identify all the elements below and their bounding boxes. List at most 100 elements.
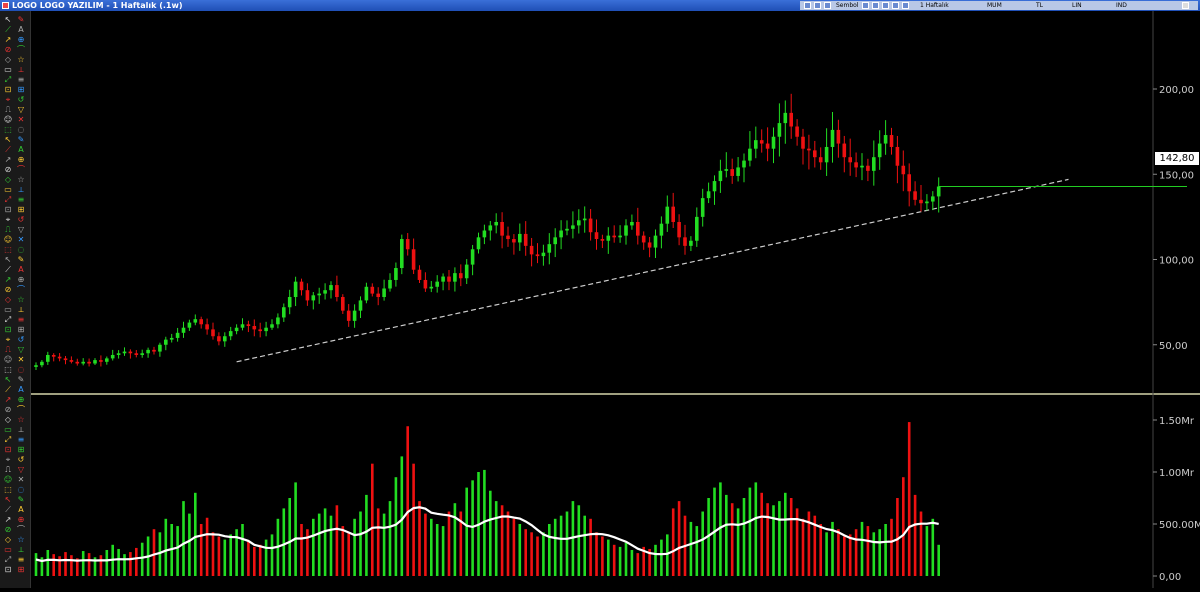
drawing-tool-100[interactable]: ↗	[3, 515, 13, 524]
drawing-tool-88[interactable]: ⌖	[3, 455, 13, 464]
drawing-tool-11[interactable]: ⟂	[16, 65, 26, 74]
drawing-tool-63[interactable]: ⊞	[16, 325, 26, 334]
drawing-tool-42[interactable]: ⎍	[3, 225, 13, 234]
drawing-tool-75[interactable]: A	[16, 385, 26, 394]
drawing-tool-33[interactable]: ☆	[16, 175, 26, 184]
drawing-tool-104[interactable]: ◇	[3, 535, 13, 544]
app-icon[interactable]	[2, 2, 9, 9]
drawing-tool-15[interactable]: ⊞	[16, 85, 26, 94]
drawing-tool-45[interactable]: ✕	[16, 235, 26, 244]
drawing-tool-57[interactable]: ☆	[16, 295, 26, 304]
drawing-tool-71[interactable]: ◌	[16, 365, 26, 374]
scale-selector[interactable]: LIN	[1072, 1, 1082, 10]
drawing-tool-14[interactable]: ⊡	[3, 85, 13, 94]
drawing-tool-8[interactable]: ◇	[3, 55, 13, 64]
toolbar-button-6[interactable]	[882, 2, 889, 9]
drawing-tool-96[interactable]: ↖	[3, 495, 13, 504]
toolbar-button-8[interactable]	[902, 2, 909, 9]
drawing-tool-76[interactable]: ↗	[3, 395, 13, 404]
drawing-tool-51[interactable]: A	[16, 265, 26, 274]
drawing-tool-108[interactable]: ⤢	[3, 555, 13, 564]
drawing-tool-16[interactable]: ⌖	[3, 95, 13, 104]
drawing-tool-12[interactable]: ⤢	[3, 75, 13, 84]
drawing-tool-20[interactable]: ☺	[3, 115, 13, 124]
drawing-tool-56[interactable]: ◇	[3, 295, 13, 304]
drawing-tool-90[interactable]: ⎍	[3, 465, 13, 474]
drawing-tool-67[interactable]: ▽	[16, 345, 26, 354]
candle-type-selector[interactable]: MUM	[987, 1, 1002, 10]
drawing-tool-52[interactable]: ↗	[3, 275, 13, 284]
drawing-tool-65[interactable]: ↺	[16, 335, 26, 344]
drawing-tool-103[interactable]: ⌒	[16, 525, 26, 534]
indicator-selector[interactable]: IND	[1116, 1, 1127, 10]
drawing-tool-93[interactable]: ✕	[16, 475, 26, 484]
drawing-tool-94[interactable]: ⬚	[3, 485, 13, 494]
drawing-tool-26[interactable]: ⟋	[3, 145, 13, 154]
drawing-tool-25[interactable]: ✎	[16, 135, 26, 144]
drawing-tool-49[interactable]: ✎	[16, 255, 26, 264]
drawing-tool-110[interactable]: ⊡	[3, 565, 13, 574]
drawing-tool-4[interactable]: ↗	[3, 35, 13, 44]
drawing-tool-13[interactable]: ≡	[16, 75, 26, 84]
drawing-tool-1[interactable]: ✎	[16, 15, 26, 24]
drawing-tool-32[interactable]: ◇	[3, 175, 13, 184]
toolbar-button-5[interactable]	[872, 2, 879, 9]
drawing-tool-0[interactable]: ↖	[3, 15, 13, 24]
drawing-tool-40[interactable]: ⌖	[3, 215, 13, 224]
symbol-field[interactable]: Sembol	[836, 1, 859, 10]
drawing-tool-73[interactable]: ✎	[16, 375, 26, 384]
drawing-tool-92[interactable]: ☺	[3, 475, 13, 484]
drawing-tool-27[interactable]: A	[16, 145, 26, 154]
currency-selector[interactable]: TL	[1036, 1, 1043, 10]
drawing-tool-6[interactable]: ⊘	[3, 45, 13, 54]
toolbar-button-1[interactable]	[804, 2, 811, 9]
drawing-tool-22[interactable]: ⬚	[3, 125, 13, 134]
drawing-tool-23[interactable]: ◌	[16, 125, 26, 134]
drawing-tool-68[interactable]: ☺	[3, 355, 13, 364]
drawing-tool-101[interactable]: ⊕	[16, 515, 26, 524]
drawing-tool-28[interactable]: ↗	[3, 155, 13, 164]
drawing-tool-10[interactable]: ▭	[3, 65, 13, 74]
drawing-tool-97[interactable]: ✎	[16, 495, 26, 504]
drawing-tool-50[interactable]: ⟋	[3, 265, 13, 274]
drawing-tool-17[interactable]: ↺	[16, 95, 26, 104]
drawing-tool-79[interactable]: ⌒	[16, 405, 26, 414]
drawing-tool-78[interactable]: ⊘	[3, 405, 13, 414]
drawing-tool-31[interactable]: ⌒	[16, 165, 26, 174]
drawing-tool-80[interactable]: ◇	[3, 415, 13, 424]
toolbar-button-4[interactable]	[862, 2, 869, 9]
drawing-tool-58[interactable]: ▭	[3, 305, 13, 314]
toolbar-button-7[interactable]	[892, 2, 899, 9]
drawing-tool-41[interactable]: ↺	[16, 215, 26, 224]
toolbar-button-3[interactable]	[824, 2, 831, 9]
drawing-tool-35[interactable]: ⟂	[16, 185, 26, 194]
drawing-tool-85[interactable]: ≡	[16, 435, 26, 444]
drawing-tool-81[interactable]: ☆	[16, 415, 26, 424]
window-close-button[interactable]	[1182, 2, 1189, 9]
drawing-tool-30[interactable]: ⊘	[3, 165, 13, 174]
drawing-tool-48[interactable]: ↖	[3, 255, 13, 264]
drawing-tool-74[interactable]: ⟋	[3, 385, 13, 394]
drawing-tool-69[interactable]: ✕	[16, 355, 26, 364]
drawing-tool-70[interactable]: ⬚	[3, 365, 13, 374]
drawing-tool-54[interactable]: ⊘	[3, 285, 13, 294]
drawing-tool-98[interactable]: ⟋	[3, 505, 13, 514]
drawing-tool-89[interactable]: ↺	[16, 455, 26, 464]
drawing-tool-53[interactable]: ⊕	[16, 275, 26, 284]
drawing-tool-102[interactable]: ⊘	[3, 525, 13, 534]
drawing-tool-43[interactable]: ▽	[16, 225, 26, 234]
drawing-tool-106[interactable]: ▭	[3, 545, 13, 554]
drawing-tool-24[interactable]: ↖	[3, 135, 13, 144]
drawing-tool-37[interactable]: ≡	[16, 195, 26, 204]
drawing-tool-86[interactable]: ⊡	[3, 445, 13, 454]
drawing-tool-107[interactable]: ⟂	[16, 545, 26, 554]
drawing-tool-39[interactable]: ⊞	[16, 205, 26, 214]
drawing-tool-21[interactable]: ✕	[16, 115, 26, 124]
drawing-tool-36[interactable]: ⤢	[3, 195, 13, 204]
drawing-tool-109[interactable]: ≡	[16, 555, 26, 564]
drawing-tool-59[interactable]: ⟂	[16, 305, 26, 314]
period-selector[interactable]: 1 Haftalık	[920, 1, 949, 10]
drawing-tool-18[interactable]: ⎍	[3, 105, 13, 114]
drawing-tool-38[interactable]: ⊡	[3, 205, 13, 214]
drawing-tool-5[interactable]: ⊕	[16, 35, 26, 44]
